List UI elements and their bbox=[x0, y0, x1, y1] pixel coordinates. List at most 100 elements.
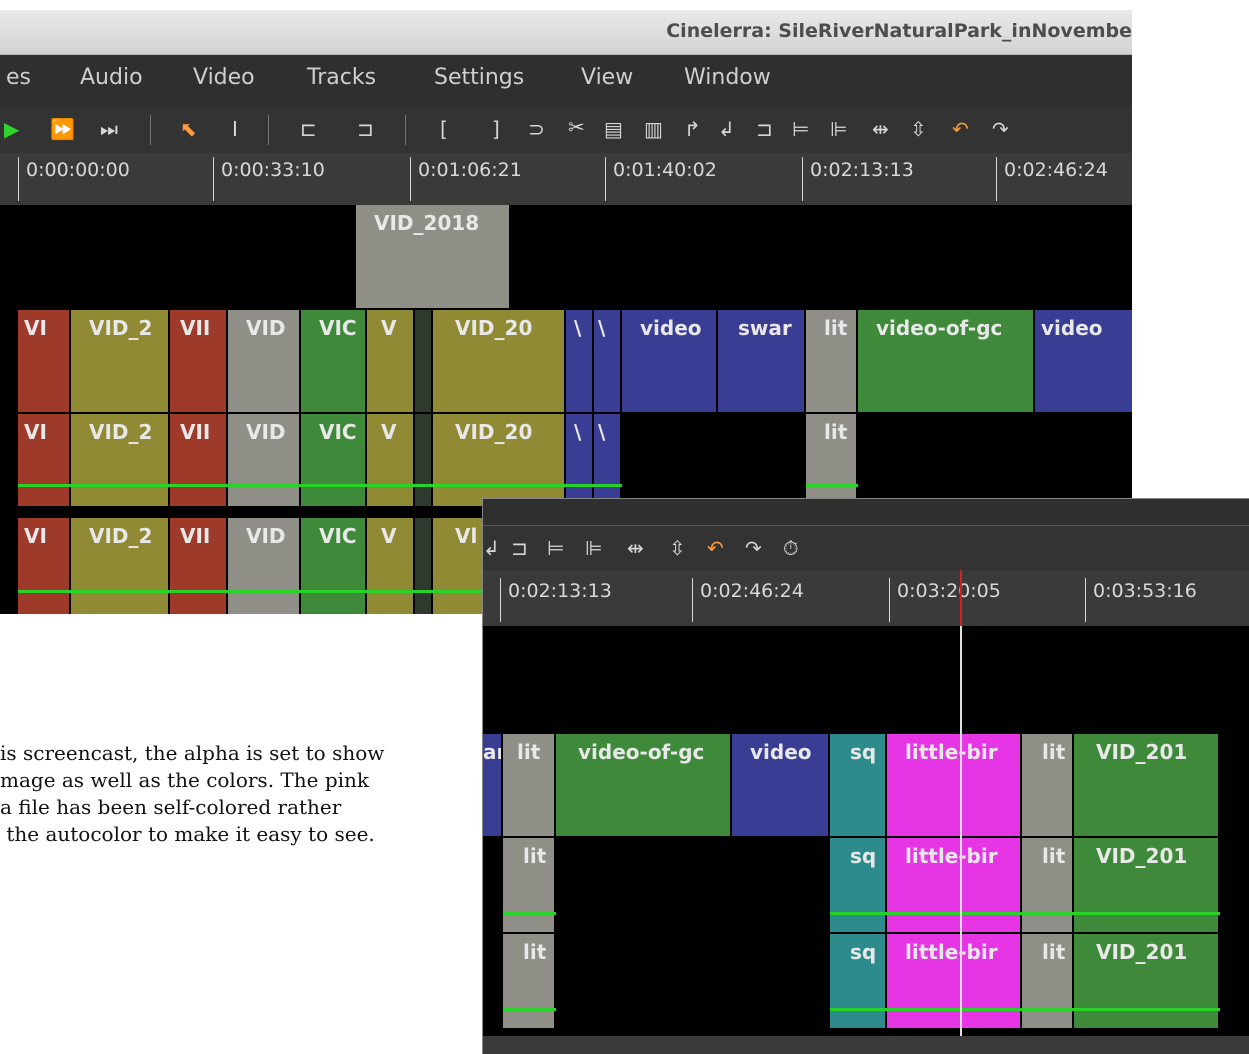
timeline-clip[interactable]: little-bir bbox=[887, 934, 1022, 1028]
text-cursor-icon[interactable]: I bbox=[232, 117, 238, 141]
timeline-clip[interactable]: V bbox=[367, 414, 415, 506]
timeline-clip[interactable]: VID_2018 bbox=[356, 205, 511, 308]
splice-icon[interactable]: ⊐ bbox=[357, 117, 374, 141]
fit-width-icon[interactable]: ⇹ bbox=[627, 536, 644, 560]
timeline-clip[interactable]: VID_201 bbox=[1074, 838, 1220, 932]
timeline-clip[interactable]: VID_201 bbox=[1074, 934, 1220, 1028]
menu-files[interactable]: es bbox=[6, 65, 31, 90]
timeline-ruler[interactable]: 0:00:00:00 0:00:33:10 0:01:06:21 0:01:40… bbox=[0, 153, 1132, 205]
redo-icon[interactable]: ↷ bbox=[745, 536, 762, 560]
insert-icon[interactable]: ↲ bbox=[483, 536, 500, 560]
timeline-clip[interactable]: V bbox=[367, 310, 415, 412]
title-bar[interactable]: Cinelerra: SileRiverNaturalPark_inNovemb… bbox=[0, 10, 1132, 55]
timeline-clip[interactable]: video bbox=[1035, 310, 1132, 412]
prev-edit-icon[interactable]: ⊨ bbox=[792, 117, 809, 141]
timeline-clip[interactable]: sq bbox=[830, 838, 887, 932]
timeline-clip[interactable]: VIC bbox=[301, 310, 367, 412]
timeline-clip[interactable]: VII bbox=[170, 310, 228, 412]
timeline-clip[interactable]: video-of-gc bbox=[556, 734, 732, 836]
timeline-clip[interactable]: lit bbox=[503, 934, 556, 1028]
timeline-clip[interactable]: VID bbox=[228, 310, 301, 412]
redo-icon[interactable]: ↷ bbox=[992, 117, 1009, 141]
menu-view[interactable]: View bbox=[581, 65, 633, 90]
timeline-clip[interactable]: \ bbox=[566, 414, 594, 506]
prev-edit-icon[interactable]: ⊨ bbox=[547, 536, 564, 560]
fast-forward-icon[interactable]: ⏩ bbox=[50, 117, 75, 141]
timeline-clip[interactable]: video-of-gc bbox=[858, 310, 1035, 412]
splice-clip-icon[interactable]: ⊐ bbox=[756, 117, 773, 141]
clock-icon[interactable]: ⏱ bbox=[783, 536, 799, 560]
audio-volume-line[interactable] bbox=[830, 1008, 1220, 1011]
play-forward-icon[interactable]: ▶ bbox=[4, 117, 19, 141]
timeline-clip[interactable]: lit bbox=[503, 838, 556, 932]
audio-volume-line[interactable] bbox=[503, 912, 556, 915]
timeline-clip[interactable]: VID bbox=[228, 518, 301, 614]
copy-icon[interactable]: ▤ bbox=[604, 117, 623, 141]
timeline-clip[interactable]: VID_2 bbox=[71, 414, 170, 506]
audio-volume-line[interactable] bbox=[806, 484, 858, 487]
timeline-clip[interactable] bbox=[415, 310, 433, 412]
timeline-clip[interactable]: VII bbox=[170, 518, 228, 614]
timeline-clip[interactable] bbox=[415, 414, 433, 506]
paste-icon[interactable]: ▥ bbox=[644, 117, 663, 141]
timeline-clip[interactable]: ar bbox=[483, 734, 503, 836]
timeline-clip[interactable]: video bbox=[622, 310, 718, 412]
next-edit-icon[interactable]: ⊫ bbox=[830, 117, 847, 141]
timeline-clip[interactable]: VI bbox=[18, 518, 71, 614]
toggle-label-icon[interactable]: ⊏ bbox=[300, 117, 317, 141]
menu-settings[interactable]: Settings bbox=[434, 65, 524, 90]
label-icon[interactable]: ⊃ bbox=[528, 117, 545, 141]
timeline-clip[interactable]: VID bbox=[228, 414, 301, 506]
timeline-clip[interactable]: VID_2 bbox=[71, 518, 170, 614]
cut-icon[interactable]: ✂ bbox=[568, 115, 585, 139]
timeline-clip[interactable]: lit bbox=[806, 310, 858, 412]
in-point-icon[interactable]: [ bbox=[440, 117, 448, 141]
timeline-clip[interactable]: VIC bbox=[301, 518, 367, 614]
timeline-ruler[interactable]: 0:02:13:13 0:02:46:24 0:03:20:05 0:03:53… bbox=[483, 570, 1249, 626]
timeline-clip[interactable]: VI bbox=[18, 414, 71, 506]
timeline-clip[interactable]: lit bbox=[1022, 734, 1074, 836]
timeline-clip[interactable]: sq bbox=[830, 734, 887, 836]
menu-window[interactable]: Window bbox=[684, 65, 771, 90]
fit-width-icon[interactable]: ⇹ bbox=[872, 117, 889, 141]
skip-to-end-icon[interactable]: ⏭ bbox=[100, 117, 118, 141]
timeline-clip[interactable]: VID_20 bbox=[433, 310, 566, 412]
next-edit-icon[interactable]: ⊫ bbox=[585, 536, 602, 560]
timeline-clip[interactable]: VID_20 bbox=[433, 414, 566, 506]
timeline-clip[interactable]: \ bbox=[594, 310, 622, 412]
timeline-clip[interactable] bbox=[415, 518, 433, 614]
timeline-clip[interactable]: V bbox=[367, 518, 415, 614]
overwrite-icon[interactable]: ↱ bbox=[684, 117, 701, 141]
splice-clip-icon[interactable]: ⊐ bbox=[511, 536, 528, 560]
undo-icon[interactable]: ↶ bbox=[707, 536, 724, 560]
timeline-clip[interactable]: lit bbox=[503, 734, 556, 836]
audio-volume-line[interactable] bbox=[830, 912, 1220, 915]
out-point-icon[interactable]: ] bbox=[492, 117, 500, 141]
timeline-clip[interactable]: VID_201 bbox=[1074, 734, 1220, 836]
timeline-clip[interactable]: \ bbox=[594, 414, 622, 506]
timeline-clip[interactable]: \ bbox=[566, 310, 594, 412]
timeline-clip[interactable]: VI bbox=[18, 310, 71, 412]
playhead-marker[interactable] bbox=[960, 570, 962, 626]
fit-height-icon[interactable]: ⇳ bbox=[910, 117, 927, 141]
timeline-clip[interactable]: lit bbox=[1022, 934, 1074, 1028]
timeline-clip[interactable]: video bbox=[732, 734, 830, 836]
timeline-clip[interactable]: lit bbox=[806, 414, 858, 506]
horizontal-scrollbar[interactable] bbox=[483, 1036, 1249, 1054]
menu-audio[interactable]: Audio bbox=[80, 65, 143, 90]
arrow-select-icon[interactable]: ⬉ bbox=[180, 117, 197, 141]
timeline-clip[interactable]: little-bir bbox=[887, 838, 1022, 932]
timeline-clip[interactable]: VIC bbox=[301, 414, 367, 506]
timeline-clip[interactable]: lit bbox=[1022, 838, 1074, 932]
menu-video[interactable]: Video bbox=[193, 65, 255, 90]
audio-volume-line[interactable] bbox=[18, 484, 622, 487]
timeline-clip[interactable]: VII bbox=[170, 414, 228, 506]
timeline-clip[interactable]: little-bir bbox=[887, 734, 1022, 836]
undo-icon[interactable]: ↶ bbox=[952, 117, 969, 141]
timeline-clip[interactable]: swar bbox=[718, 310, 806, 412]
fit-height-icon[interactable]: ⇳ bbox=[669, 536, 686, 560]
insert-icon[interactable]: ↲ bbox=[718, 117, 735, 141]
timeline-clip[interactable]: VID_2 bbox=[71, 310, 170, 412]
menu-tracks[interactable]: Tracks bbox=[307, 65, 376, 90]
audio-volume-line[interactable] bbox=[503, 1008, 556, 1011]
